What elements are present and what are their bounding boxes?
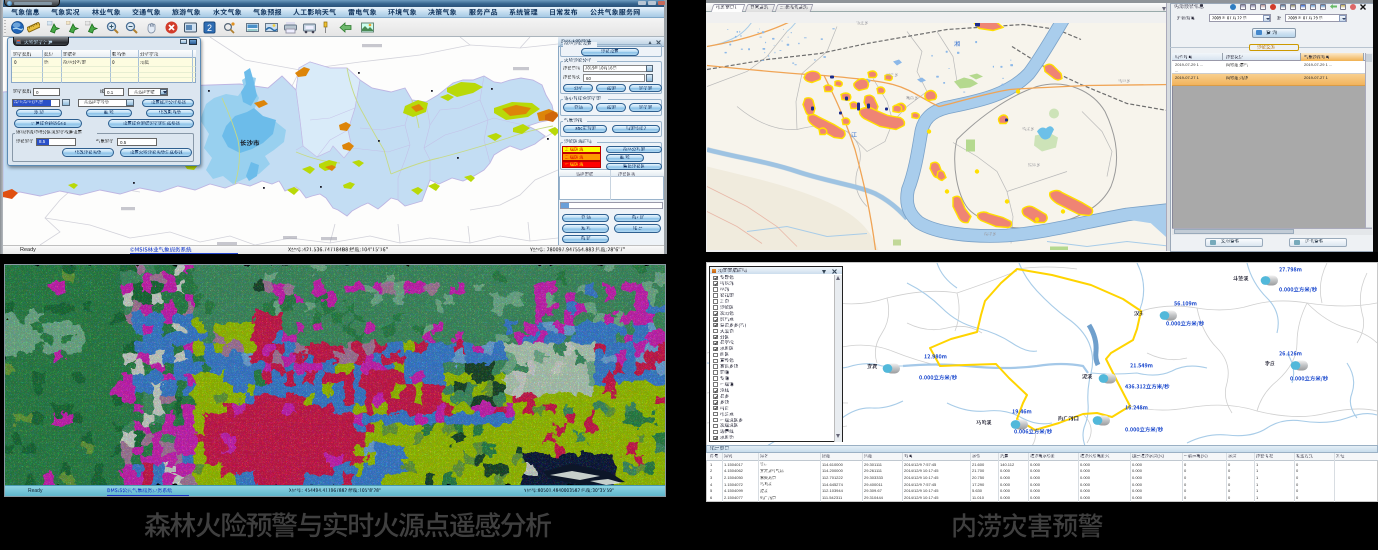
svg-text:2: 2	[206, 23, 211, 33]
